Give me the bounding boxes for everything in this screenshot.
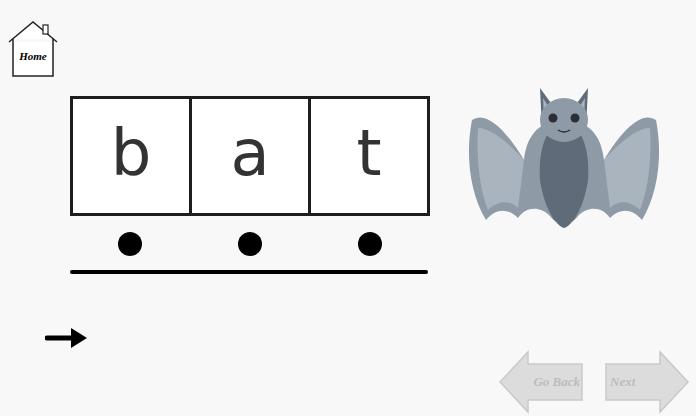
letter-box[interactable]: b <box>73 99 192 213</box>
letter: a <box>230 121 269 191</box>
nav-label: Next <box>610 372 635 392</box>
bat-icon <box>466 80 662 232</box>
sound-dots <box>70 232 430 256</box>
letter-boxes: bat <box>70 96 430 216</box>
sound-dot[interactable] <box>358 232 382 256</box>
play-arrow-icon[interactable] <box>45 326 89 350</box>
letter: t <box>356 121 381 191</box>
next-button[interactable]: Next <box>604 350 690 414</box>
home-button[interactable]: Home <box>7 20 59 78</box>
home-label: Home <box>19 48 47 65</box>
sound-dot[interactable] <box>118 232 142 256</box>
house-icon <box>7 20 59 78</box>
letter-box[interactable]: a <box>192 99 311 213</box>
sound-dot[interactable] <box>238 232 262 256</box>
navigation: Go Back Next <box>0 350 696 416</box>
letter-box[interactable]: t <box>311 99 427 213</box>
letter: b <box>111 121 152 191</box>
app: Home b a t Go Back Next <box>0 0 696 416</box>
slide-line <box>70 270 428 274</box>
go-back-button[interactable]: Go Back <box>498 350 584 414</box>
nav-label: Go Back <box>533 372 580 392</box>
